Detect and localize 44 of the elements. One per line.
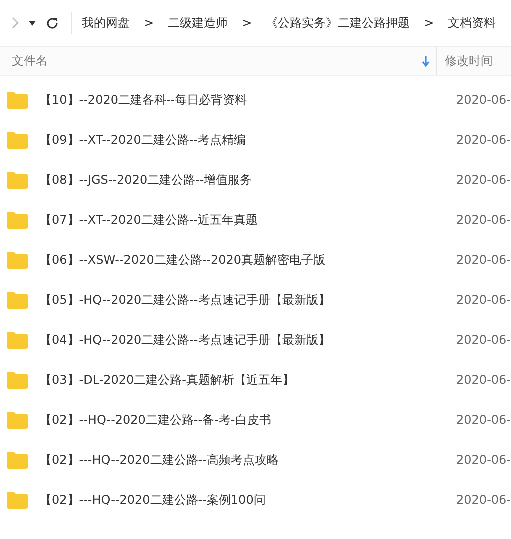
folder-name[interactable]: 【04】-HQ--2020二建公路--考点速记手册【最新版】 <box>40 332 330 348</box>
modified-date: 2020-06- <box>456 493 511 507</box>
modified-date: 2020-06- <box>456 93 511 107</box>
folder-icon <box>7 172 28 188</box>
folder-name[interactable]: 【03】-DL-2020二建公路-真题解析【近五年】 <box>40 372 295 388</box>
folder-icon <box>7 452 28 468</box>
folder-name[interactable]: 【02】---HQ--2020二建公路--案例100问 <box>40 492 266 508</box>
breadcrumb-link[interactable]: 文档资料 <box>448 14 496 32</box>
modified-date: 2020-06- <box>456 293 511 307</box>
modified-date: 2020-06- <box>456 213 511 227</box>
modified-date: 2020-06- <box>456 333 511 347</box>
folder-name[interactable]: 【02】--HQ--2020二建公路--备-考-白皮书 <box>40 412 272 428</box>
modified-date: 2020-06- <box>456 253 511 267</box>
modified-date: 2020-06- <box>456 133 511 147</box>
folder-name[interactable]: 【06】--XSW--2020二建公路--2020真题解密电子版 <box>40 252 326 268</box>
breadcrumb-separator: > <box>242 16 252 30</box>
breadcrumb-link[interactable]: 《公路实务》二建公路押题 <box>266 14 410 32</box>
folder-icon <box>7 212 28 228</box>
folder-icon <box>7 292 28 308</box>
folder-name[interactable]: 【10】--2020二建各科--每日必背资料 <box>40 92 248 108</box>
modified-date: 2020-06- <box>456 373 511 387</box>
folder-name[interactable]: 【08】--JGS--2020二建公路--增值服务 <box>40 172 252 188</box>
folder-icon <box>7 332 28 348</box>
folder-name[interactable]: 【09】--XT--2020二建公路--考点精编 <box>40 132 246 148</box>
modified-date: 2020-06- <box>456 413 511 427</box>
breadcrumb-link[interactable]: 我的网盘 <box>82 14 130 32</box>
modified-column-header[interactable]: 修改时间 <box>437 52 493 70</box>
folder-name[interactable]: 【02】---HQ--2020二建公路--高频考点攻略 <box>40 452 279 468</box>
folder-name[interactable]: 【05】-HQ--2020二建公路--考点速记手册【最新版】 <box>40 292 330 308</box>
refresh-icon[interactable] <box>46 16 59 30</box>
caret-icon[interactable] <box>29 20 36 26</box>
folder-icon <box>7 92 28 108</box>
folder-icon <box>7 132 28 148</box>
folder-icon <box>7 412 28 428</box>
name-column-header[interactable]: 文件名 <box>0 47 437 75</box>
breadcrumb-separator: > <box>144 16 154 30</box>
folder-icon <box>7 252 28 268</box>
modified-date: 2020-06- <box>456 453 511 467</box>
breadcrumb-separator: > <box>424 16 434 30</box>
modified-date: 2020-06- <box>456 173 511 187</box>
folder-name[interactable]: 【07】--XT--2020二建公路--近五年真题 <box>40 212 258 228</box>
folder-icon <box>7 372 28 388</box>
breadcrumb-link[interactable]: 二级建造师 <box>168 14 228 32</box>
folder-icon <box>7 492 28 508</box>
